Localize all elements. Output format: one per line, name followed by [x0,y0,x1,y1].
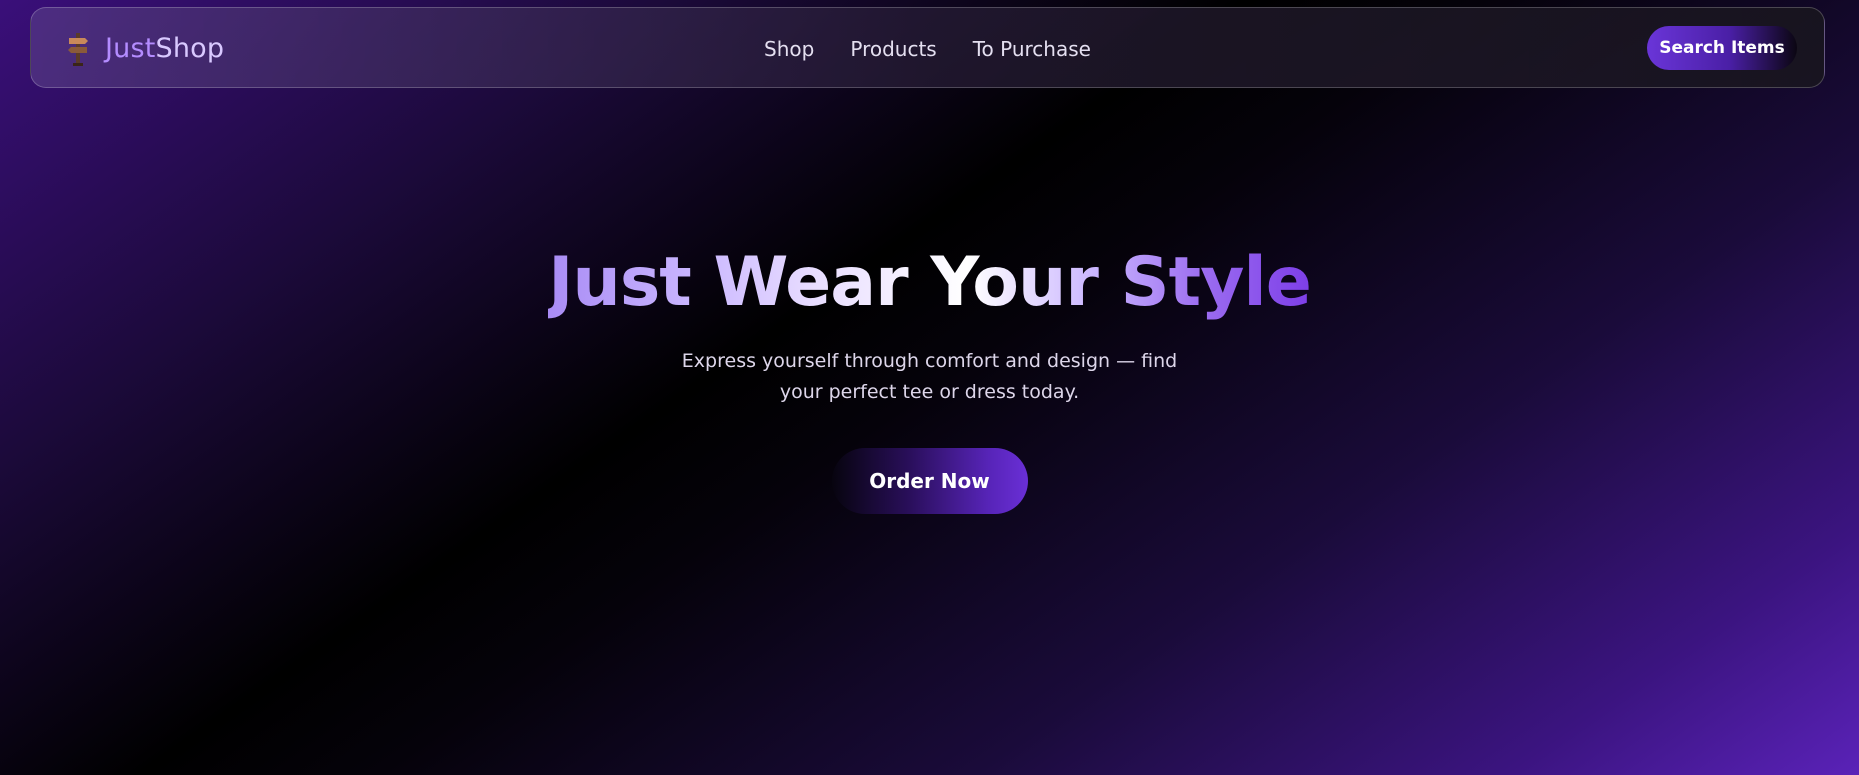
hero-title: Just Wear Your Style [548,240,1312,326]
search-items-button[interactable]: Search Items [1647,26,1797,70]
nav-links: Shop Products To Purchase [31,8,1824,89]
hero-subtitle: Express yourself through comfort and des… [680,346,1180,408]
hero-subtitle-line1: Express yourself through comfort and des… [681,350,1178,372]
brand-name-suffix: Shop [155,32,225,64]
top-navbar: JustShop Shop Products To Purchase Searc… [30,7,1825,88]
nav-link-to-purchase[interactable]: To Purchase [973,37,1091,61]
brand-name: JustShop [105,33,224,64]
order-now-button[interactable]: Order Now [831,448,1028,514]
hero-section: Just Wear Your Style Express yourself th… [0,240,1859,514]
nav-link-products[interactable]: Products [850,37,936,61]
brand-name-prefix: Just [105,32,156,64]
signpost-icon [63,29,93,67]
brand-logo[interactable]: JustShop [63,30,224,66]
hero-subtitle-line2: your perfect tee or dress today. [779,381,1080,403]
nav-link-shop[interactable]: Shop [764,37,814,61]
